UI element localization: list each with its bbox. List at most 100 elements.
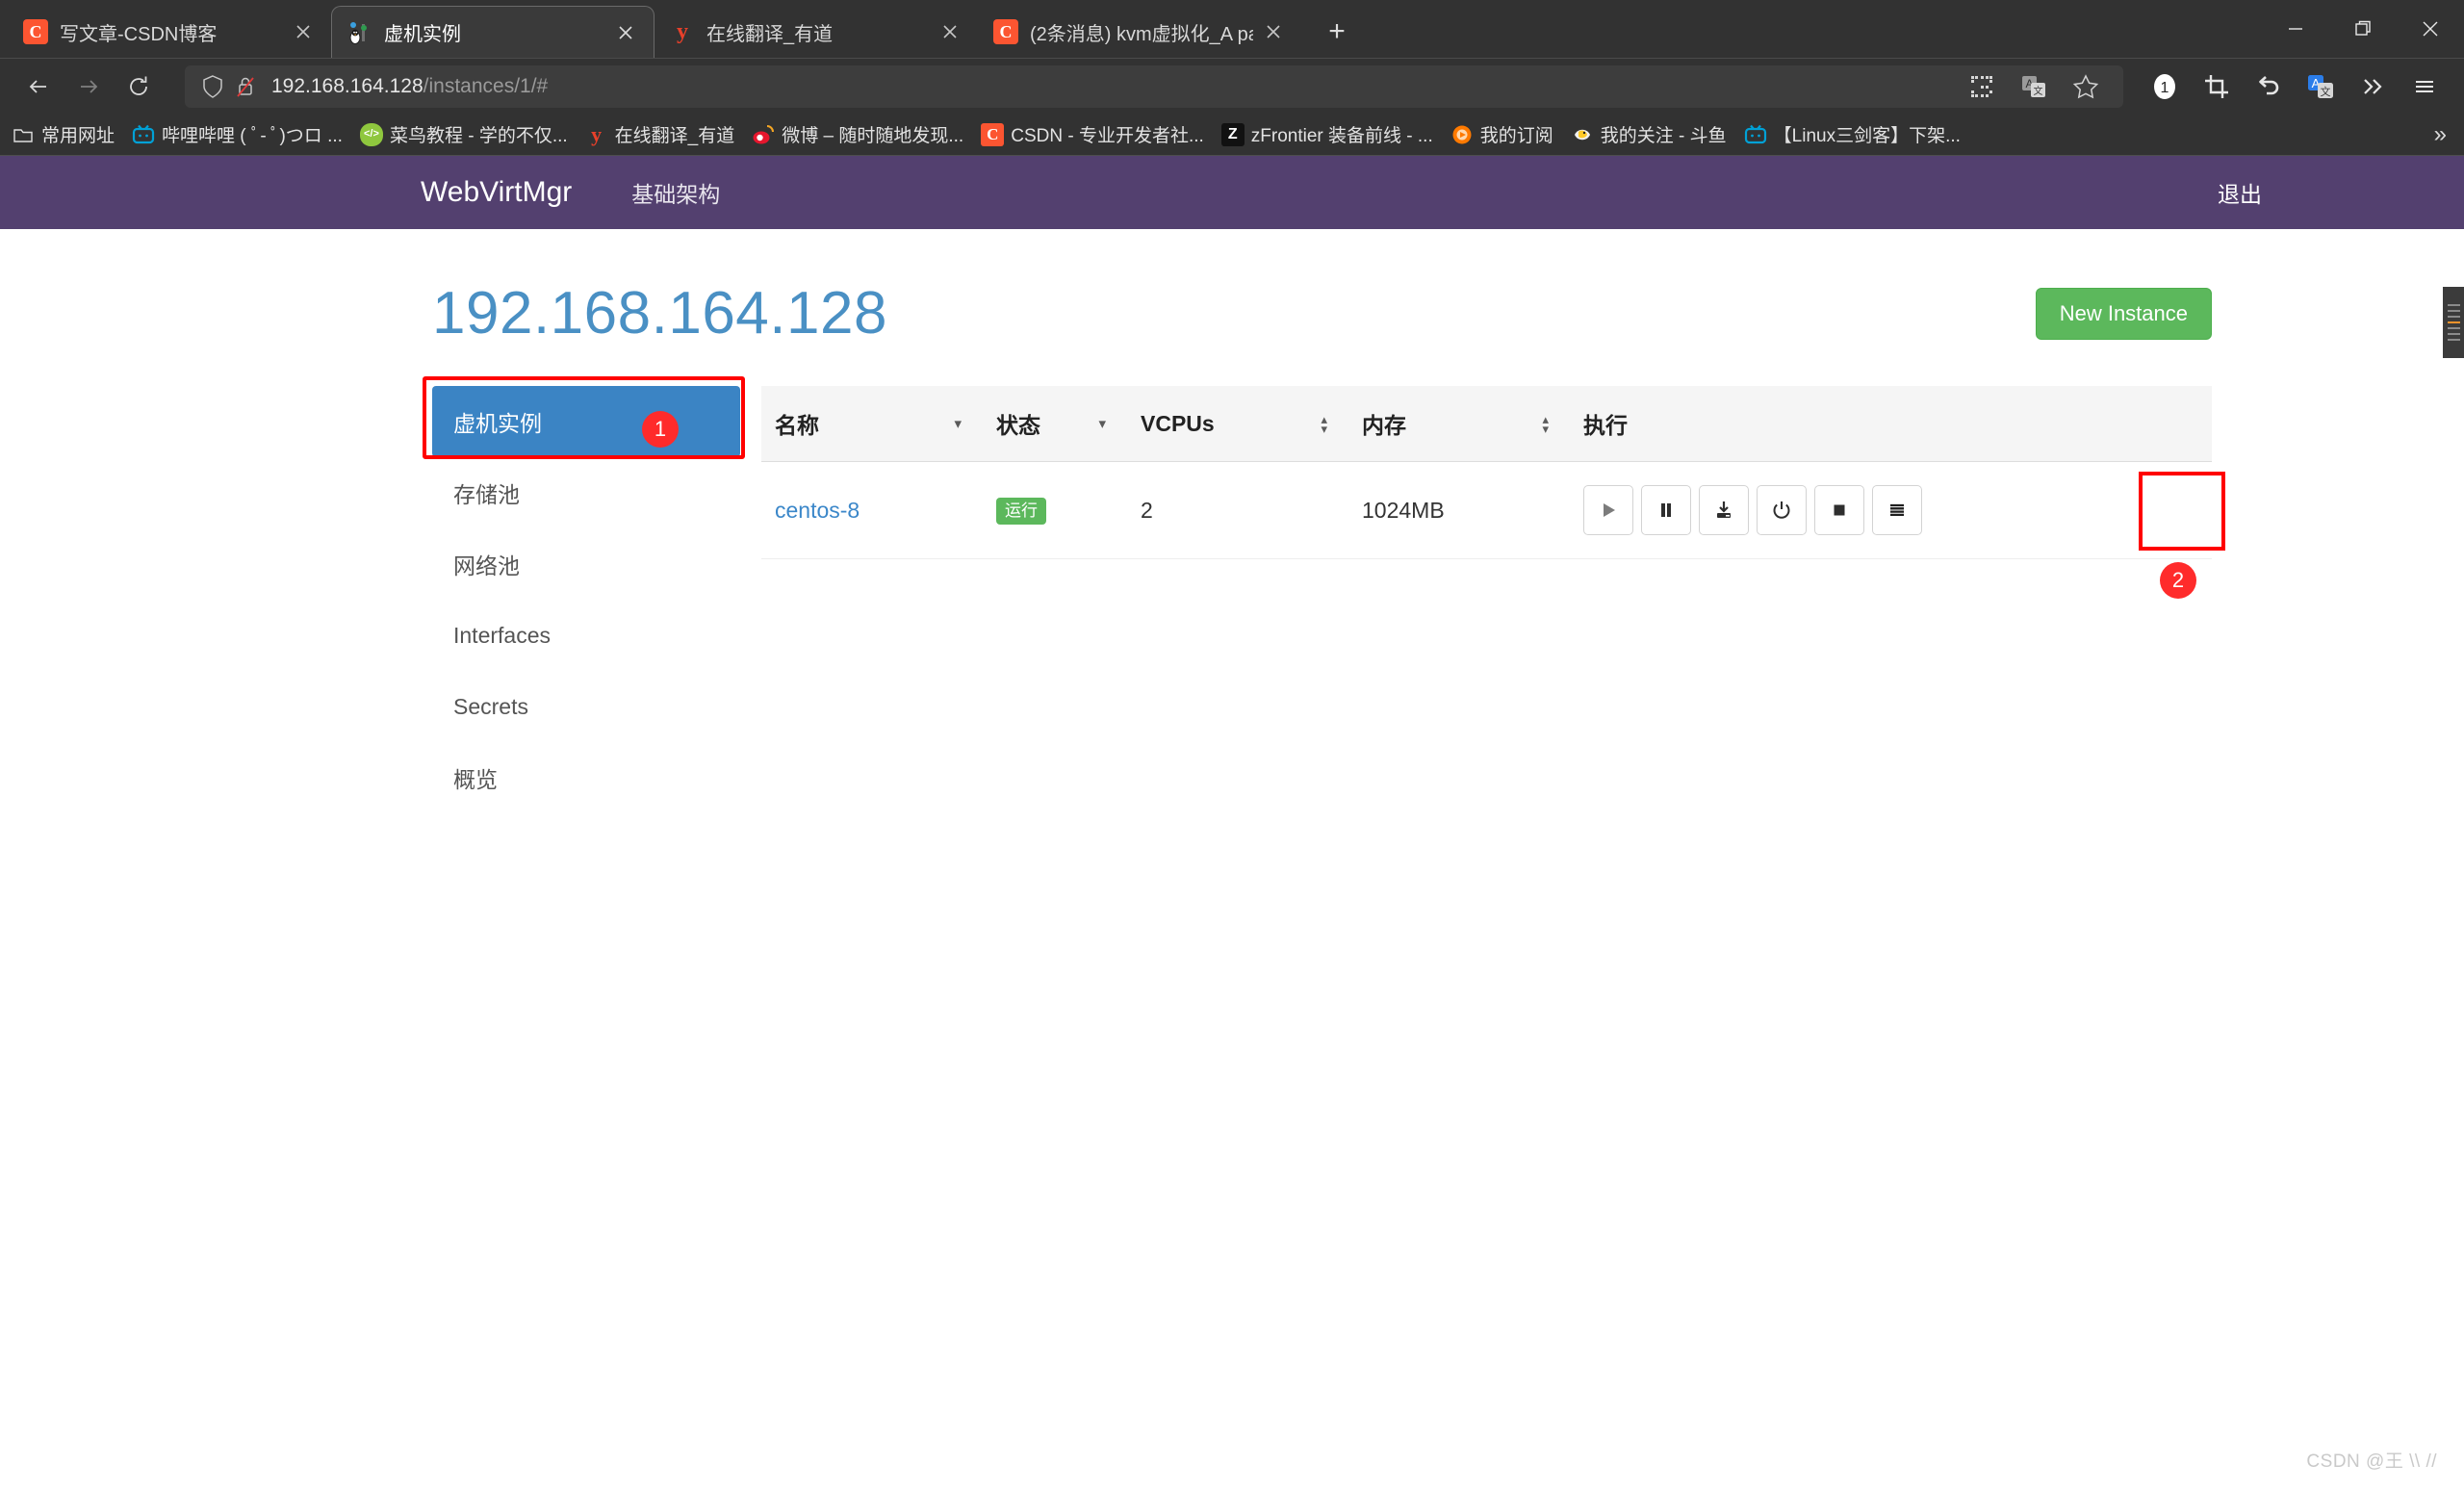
qrcode-icon[interactable] xyxy=(1956,62,2008,112)
bookmark-item-2[interactable]: </> 菜鸟教程 - 学的不仅... xyxy=(359,121,568,147)
reload-icon[interactable] xyxy=(114,62,164,112)
new-instance-button[interactable]: New Instance xyxy=(2035,287,2212,340)
sidebar-item-interfaces[interactable]: Interfaces xyxy=(432,600,740,671)
minimize-icon[interactable] xyxy=(2262,0,2329,58)
bookmark-item-1[interactable]: 哔哩哔哩 ( ﾟ- ﾟ)つロ ... xyxy=(132,121,343,147)
snapshot-button[interactable] xyxy=(1699,485,1749,535)
screenshot-icon[interactable] xyxy=(2191,62,2243,112)
insecure-lock-icon[interactable] xyxy=(229,72,262,101)
browser-tab-1[interactable]: C 写文章-CSDN博客 xyxy=(8,6,331,58)
handle-line xyxy=(2447,339,2460,341)
bookmark-item-5[interactable]: C CSDN - 专业开发者社... xyxy=(981,121,1204,147)
bookmark-item-0[interactable]: 常用网址 xyxy=(12,121,115,147)
sidebar-item-storages[interactable]: 存储池 xyxy=(432,457,740,528)
browser-tab-4[interactable]: C (2条消息) kvm虚拟化_A panac xyxy=(978,6,1301,58)
translate-active-icon[interactable]: A 文 xyxy=(2295,62,2347,112)
logout-link[interactable]: 退出 xyxy=(2218,176,2262,209)
bookmark-label: 常用网址 xyxy=(41,126,116,146)
tab-close-icon[interactable] xyxy=(289,17,318,46)
bookmark-item-3[interactable]: y 在线翻译_有道 xyxy=(585,121,735,147)
bookmark-item-7[interactable]: 我的订阅 xyxy=(1450,121,1553,147)
column-header-vcpus[interactable]: VCPUs xyxy=(1127,386,1348,462)
handle-line-active xyxy=(2447,321,2460,323)
svg-text:文: 文 xyxy=(2034,85,2043,97)
forward-icon[interactable] xyxy=(64,62,114,112)
sort-desc-icon[interactable] xyxy=(1098,417,1106,431)
handle-line xyxy=(2447,316,2460,318)
page-title: 192.168.164.128 xyxy=(432,280,887,347)
sidebar-item-label: 网络池 xyxy=(453,553,520,578)
collections-badge-icon[interactable]: 1 xyxy=(2139,62,2191,112)
address-bar[interactable]: 192.168.164.128/instances/1/# A 文 xyxy=(185,64,2123,108)
bookmarks-overflow-icon[interactable]: » xyxy=(2434,121,2452,148)
pause-button[interactable] xyxy=(1641,485,1691,535)
bookmark-label: 哔哩哔哩 ( ﾟ- ﾟ)つロ ... xyxy=(162,126,343,146)
translate-icon[interactable]: A 文 xyxy=(2008,62,2060,112)
tab-title: 写文章-CSDN博客 xyxy=(60,23,218,45)
undo-icon[interactable] xyxy=(2243,62,2295,112)
sidebar-item-secrets[interactable]: Secrets xyxy=(432,671,740,742)
sidebar-item-networks[interactable]: 网络池 xyxy=(432,528,740,600)
start-button[interactable] xyxy=(1583,485,1633,535)
bookmarks-bar: 常用网址 哔哩哔哩 ( ﾟ- ﾟ)つロ ... </> 菜鸟教程 - 学的不仅.… xyxy=(0,114,2464,156)
bookmark-label: zFrontier 装备前线 - ... xyxy=(1250,126,1433,146)
sort-both-icon[interactable] xyxy=(1542,413,1549,435)
bookmark-label: 我的关注 - 斗鱼 xyxy=(1600,126,1727,146)
page-content: WebVirtMgr 基础架构 退出 192.168.164.128 New I… xyxy=(0,156,2464,1490)
csdn-icon: C xyxy=(981,122,1005,146)
sort-both-icon[interactable] xyxy=(1321,413,1327,435)
sidebar-nav: 虚机实例 1 存储池 网络池 Interfaces Secrets 概览 xyxy=(423,376,745,813)
instances-table-wrapper: 名称 状态 VCPUs 内存 xyxy=(761,386,2225,813)
tab-title: 在线翻译_有道 xyxy=(706,23,834,45)
column-header-memory[interactable]: 内存 xyxy=(1348,386,1570,462)
sort-desc-icon[interactable] xyxy=(954,417,962,431)
bookmark-label: 在线翻译_有道 xyxy=(614,126,735,146)
bookmark-item-4[interactable]: 微博 – 随时随地发现... xyxy=(752,121,963,147)
sidebar-item-instances[interactable]: 虚机实例 xyxy=(432,386,740,457)
cell-memory: 1024MB xyxy=(1348,461,1570,559)
tab-strip: C 写文章-CSDN博客 虚机实例 y 在线翻译_有道 C (2条消息) kvm… xyxy=(0,0,2464,58)
instance-link-centos-8[interactable]: centos-8 xyxy=(775,498,860,523)
menu-button[interactable] xyxy=(1872,485,1922,535)
navigation-toolbar: 192.168.164.128/instances/1/# A 文 1 A 文 xyxy=(0,58,2464,114)
power-button[interactable] xyxy=(1757,485,1807,535)
close-icon[interactable] xyxy=(2397,0,2464,58)
maximize-icon[interactable] xyxy=(2329,0,2397,58)
address-url: 192.168.164.128/instances/1/# xyxy=(271,74,549,97)
shield-icon[interactable] xyxy=(196,72,229,101)
column-header-status[interactable]: 状态 xyxy=(983,386,1127,462)
stop-button[interactable] xyxy=(1814,485,1864,535)
sidebar-item-overview[interactable]: 概览 xyxy=(432,742,740,813)
status-badge: 运行 xyxy=(996,497,1046,526)
column-label: 内存 xyxy=(1362,413,1406,438)
bookmark-item-9[interactable]: 【Linux三剑客】下架... xyxy=(1744,121,1961,147)
table-head: 名称 状态 VCPUs 内存 xyxy=(761,386,2212,462)
browser-tab-3[interactable]: y 在线翻译_有道 xyxy=(654,6,978,58)
back-icon[interactable] xyxy=(13,62,64,112)
sidebar-item-label: 概览 xyxy=(453,767,498,792)
tab-close-icon[interactable] xyxy=(936,17,964,46)
app-brand[interactable]: WebVirtMgr xyxy=(421,176,572,209)
youdao-icon: y xyxy=(677,19,688,44)
side-panel-handle[interactable] xyxy=(2443,287,2464,358)
cell-vcpus: 2 xyxy=(1127,461,1348,559)
tab-close-icon[interactable] xyxy=(1259,17,1288,46)
hamburger-menu-icon[interactable] xyxy=(2399,62,2451,112)
weibo-icon xyxy=(752,123,775,146)
bookmark-label: 【Linux三剑客】下架... xyxy=(1773,126,1961,146)
bookmark-item-6[interactable]: Z zFrontier 装备前线 - ... xyxy=(1220,121,1433,147)
sidebar-item-label: Interfaces xyxy=(453,622,551,648)
browser-tab-2-active[interactable]: 虚机实例 xyxy=(331,6,654,58)
svg-text:1: 1 xyxy=(2161,80,2169,96)
douyu-fish-icon xyxy=(1571,123,1594,146)
tab-close-icon[interactable] xyxy=(611,18,640,47)
csdn-icon: C xyxy=(993,19,1018,44)
bookmark-item-8[interactable]: 我的关注 - 斗鱼 xyxy=(1571,121,1727,147)
bookmark-star-icon[interactable] xyxy=(2060,62,2112,112)
app-navbar: WebVirtMgr 基础架构 退出 xyxy=(0,156,2464,229)
column-header-name[interactable]: 名称 xyxy=(761,386,983,462)
overflow-chevrons-icon[interactable] xyxy=(2347,62,2399,112)
new-tab-button[interactable]: + xyxy=(1315,10,1359,54)
nav-link-infrastructure[interactable]: 基础架构 xyxy=(631,176,720,209)
cell-actions: 2 xyxy=(1570,461,2225,599)
